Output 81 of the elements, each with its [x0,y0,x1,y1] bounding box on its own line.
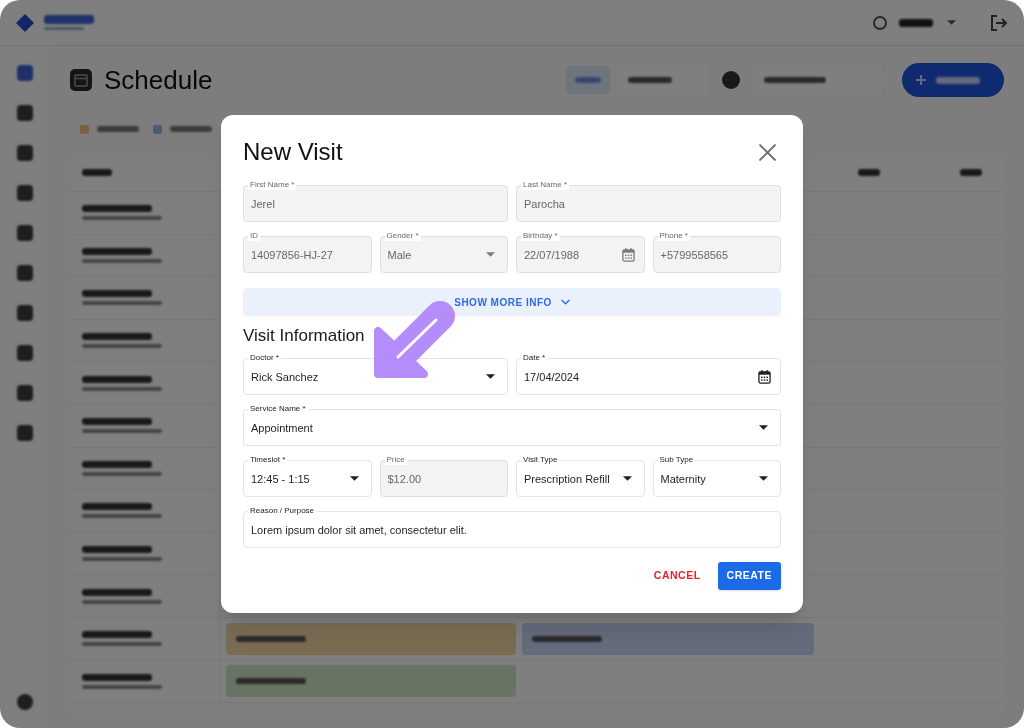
event-block[interactable] [226,665,516,698]
caret-down-icon [349,476,359,481]
blurred-text [82,290,152,298]
event-block[interactable] [522,622,814,655]
blurred-text [628,77,672,83]
blurred-text [858,169,880,176]
submit-button[interactable]: CREATE [717,562,781,590]
blurred-text [936,76,980,84]
nav-icon[interactable] [16,305,33,321]
field-label: Timeslot * [248,455,288,465]
add-visit-button[interactable] [902,63,1004,97]
field-label: Doctor * [248,353,281,363]
field-label: Service Name * [248,404,308,414]
blurred-text [82,169,112,176]
cancel-button[interactable]: CANCEL [645,562,709,590]
page-title: Schedule [104,63,213,97]
blurred-text [44,15,94,24]
blurred-text [764,77,826,83]
caret-down-icon [486,252,495,257]
blurred-text [82,631,152,639]
dialog-title: New Visit [243,137,343,167]
blurred-text [82,205,152,213]
field-label: Date * [521,353,548,363]
caret-down-icon [759,425,768,430]
ring-icon[interactable] [873,15,887,30]
blurred-text [236,678,306,685]
nav-icon[interactable] [16,185,33,201]
blurred-text [82,333,152,341]
field-label: Sub Type [657,455,696,465]
field-label: ID [248,231,260,241]
blurred-text [82,503,152,511]
nav-icon[interactable] [16,145,33,161]
show-more-button[interactable]: SHOW MORE INFO [243,288,781,316]
blurred-text [82,375,152,383]
blurred-text [575,77,601,83]
calendar-icon [621,247,635,262]
plus-icon [916,75,926,85]
nav-icon[interactable] [16,225,33,241]
chevron-down-icon [560,299,570,305]
logo-icon [16,13,34,32]
nav-icon[interactable] [16,265,33,281]
field-label: First Name * [248,180,297,190]
caret-down-icon[interactable] [947,20,956,25]
blurred-text [899,18,933,27]
field-label: Price [384,455,407,465]
field-label: Gender * [384,231,421,241]
field-label: Birthday * [521,231,560,241]
nav-icon[interactable] [16,105,33,121]
blurred-text [82,673,152,681]
blurred-text [960,169,982,176]
close-icon [758,143,776,161]
blurred-text [97,126,139,132]
blurred-text [82,460,152,468]
blurred-text [82,247,152,255]
legend-swatch-icon [153,124,162,134]
legend-swatch-icon [80,124,89,134]
blurred-text [236,635,306,642]
blurred-text [82,546,152,554]
caret-down-icon [759,476,768,481]
today-chip[interactable] [566,66,610,94]
caret-down-icon [486,374,495,379]
calendar-icon [758,369,771,384]
nav-icon[interactable] [16,425,33,441]
field-label: Phone * [657,231,690,241]
close-button[interactable] [756,141,778,163]
event-block[interactable] [226,622,516,655]
field-label: Last Name * [521,180,570,190]
blurred-text [82,588,152,596]
logout-icon[interactable] [990,14,1008,31]
caret-down-icon [622,476,632,481]
blurred-text [532,635,602,642]
nav-icon[interactable] [16,385,33,401]
calendar-icon [70,69,92,91]
field-label: Visit Type [521,455,560,465]
blurred-text [82,418,152,426]
nav-icon[interactable] [16,345,33,361]
nav-icon[interactable] [16,65,33,81]
nav-icon[interactable] [16,694,33,710]
section-title: Visit Information [243,325,366,347]
field-label: Reason / Purpose [248,506,317,516]
blurred-text [170,126,212,132]
